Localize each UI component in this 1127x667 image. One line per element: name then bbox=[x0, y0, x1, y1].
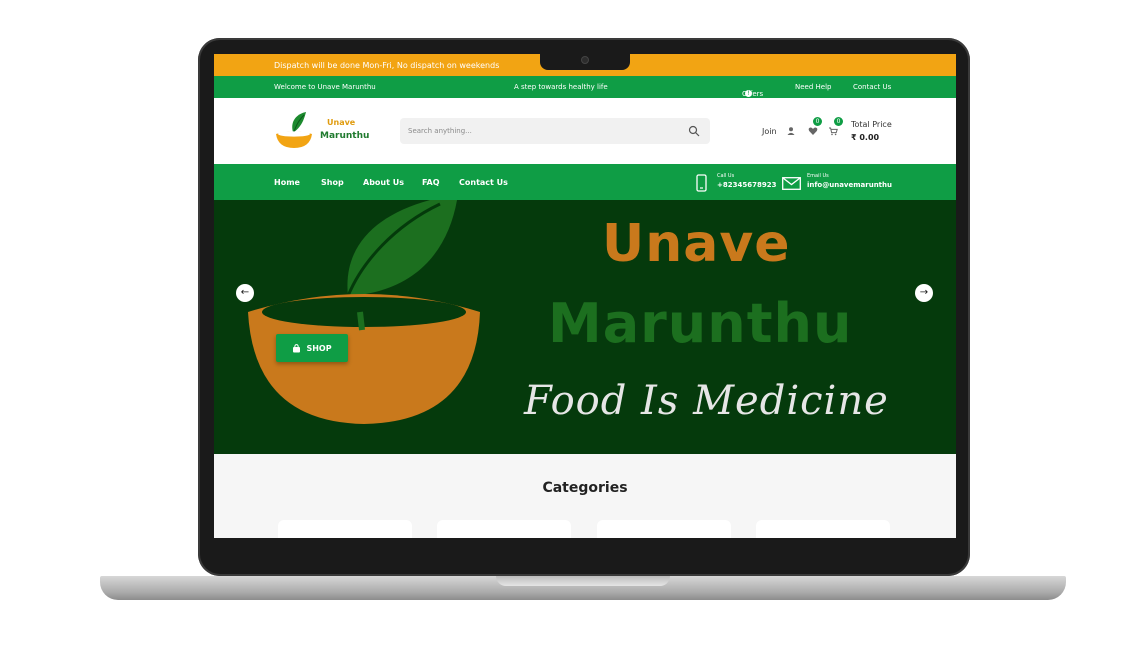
total-price-label: Total Price bbox=[851, 120, 892, 129]
offers-icon: ! bbox=[745, 90, 752, 97]
categories-title: Categories bbox=[542, 480, 628, 496]
wishlist-badge: 0 bbox=[813, 117, 822, 126]
logo-icon[interactable] bbox=[274, 110, 314, 150]
category-card[interactable] bbox=[597, 520, 731, 538]
category-card[interactable] bbox=[437, 520, 571, 538]
hero-title-line1: Unave bbox=[602, 214, 791, 274]
user-icon[interactable] bbox=[786, 126, 796, 136]
total-price-value: ₹ 0.00 bbox=[851, 133, 880, 142]
bag-icon bbox=[293, 343, 301, 352]
nav-faq[interactable]: FAQ bbox=[422, 178, 440, 187]
join-link[interactable]: Join bbox=[762, 127, 777, 136]
email-label: Email Us bbox=[807, 173, 829, 179]
nav-about-us[interactable]: About Us bbox=[363, 178, 404, 187]
search-input[interactable] bbox=[408, 118, 668, 144]
call-us-block[interactable]: Call Us +82345678923 bbox=[717, 173, 776, 189]
screen: Dispatch will be done Mon-Fri, No dispat… bbox=[214, 54, 956, 538]
camera-icon bbox=[581, 56, 589, 64]
need-help-link[interactable]: Need Help bbox=[795, 83, 831, 91]
nav-shop[interactable]: Shop bbox=[321, 178, 344, 187]
cart-badge: 0 bbox=[834, 117, 843, 126]
slider-next-button[interactable]: → bbox=[915, 284, 933, 302]
search-box bbox=[400, 118, 710, 144]
hero-title-line2: Marunthu bbox=[548, 292, 853, 355]
info-bar: Welcome to Unave Marunthu A step towards… bbox=[214, 76, 956, 98]
main-nav: Home Shop About Us FAQ Contact Us Call U… bbox=[214, 164, 956, 200]
welcome-text: Welcome to Unave Marunthu bbox=[274, 83, 376, 91]
heart-icon[interactable] bbox=[808, 126, 818, 136]
category-card[interactable] bbox=[756, 520, 890, 538]
laptop-base-groove bbox=[496, 576, 670, 586]
category-card[interactable] bbox=[278, 520, 412, 538]
bowl-leaf-illustration bbox=[248, 200, 480, 424]
phone-icon bbox=[696, 174, 707, 192]
email-us-block[interactable]: Email Us info@unavemarunthu bbox=[807, 173, 892, 189]
hero-banner: ← → Unave Marunthu Food Is Medicine SHOP bbox=[214, 200, 956, 454]
cart-icon[interactable] bbox=[828, 126, 838, 136]
laptop-base bbox=[100, 576, 1066, 600]
categories-section: Categories bbox=[214, 454, 956, 538]
camera-notch bbox=[540, 54, 630, 70]
email-address: info@unavemarunthu bbox=[807, 181, 892, 189]
nav-home[interactable]: Home bbox=[274, 178, 300, 187]
dispatch-notice: Dispatch will be done Mon-Fri, No dispat… bbox=[274, 60, 500, 70]
mail-icon bbox=[782, 177, 801, 190]
slogan-text: A step towards healthy life bbox=[514, 83, 608, 91]
shop-button[interactable]: SHOP bbox=[276, 334, 348, 362]
hero-tagline: Food Is Medicine bbox=[524, 378, 889, 424]
call-number: +82345678923 bbox=[717, 181, 777, 189]
search-icon[interactable] bbox=[688, 125, 700, 137]
slider-prev-button[interactable]: ← bbox=[236, 284, 254, 302]
shop-button-label: SHOP bbox=[306, 343, 332, 353]
contact-us-link[interactable]: Contact Us bbox=[853, 83, 891, 91]
nav-contact-us[interactable]: Contact Us bbox=[459, 178, 508, 187]
logo-line2: Marunthu bbox=[320, 131, 370, 141]
call-label: Call Us bbox=[717, 173, 735, 179]
header: Unave Marunthu Join 0 0 Total Price ₹ 0.… bbox=[214, 98, 956, 164]
logo-line1: Unave bbox=[327, 118, 356, 127]
